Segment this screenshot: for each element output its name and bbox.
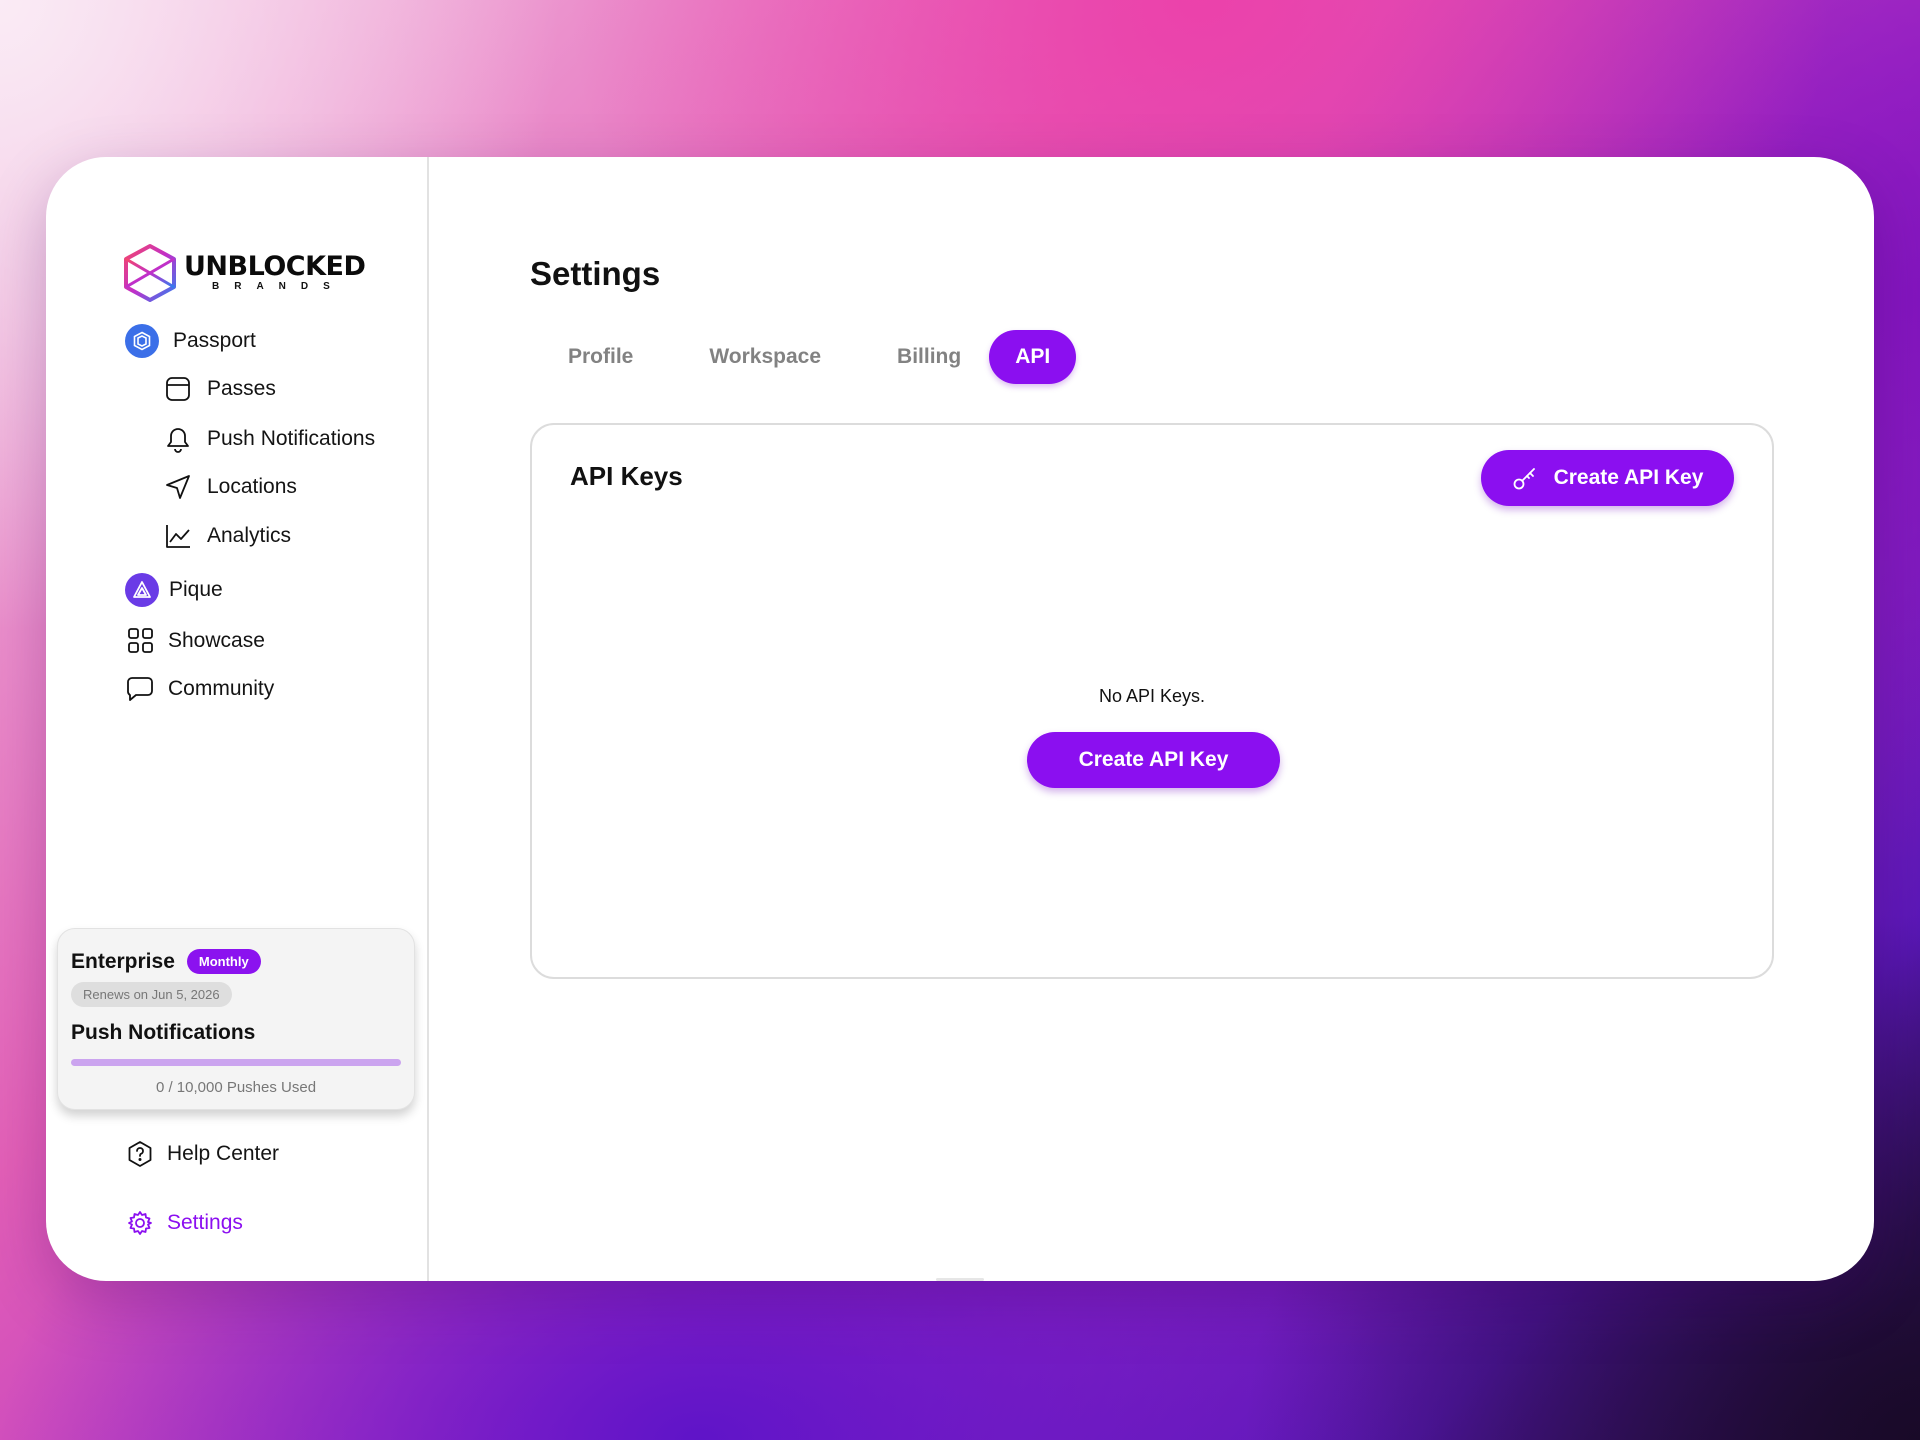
create-api-key-empty-button[interactable]: Create API Key [1027, 732, 1280, 788]
passes-icon [166, 377, 190, 401]
sidebar-item-label: Push Notifications [207, 427, 376, 450]
usage-progress-bar [71, 1059, 401, 1066]
sidebar-item-analytics[interactable]: Analytics [165, 523, 291, 549]
empty-state-text: No API Keys. [1098, 686, 1206, 706]
app-window: UNBLOCKED BRANDS Passport Passes Push No… [46, 157, 1874, 1281]
plan-billing-badge: Monthly [186, 949, 261, 974]
bell-icon [167, 428, 189, 453]
sidebar-item-label: Help Center [167, 1142, 280, 1165]
renewal-date: Renews on Jun 5, 2026 [71, 982, 232, 1007]
sidebar: UNBLOCKED BRANDS Passport Passes Push No… [46, 157, 429, 1281]
window-resize-handle[interactable] [936, 1278, 984, 1281]
usage-text: 0 / 10,000 Pushes Used [155, 1079, 317, 1096]
pique-icon [125, 573, 159, 607]
api-keys-card: API Keys Create API Key No API Keys. Cre… [530, 423, 1774, 979]
settings-tabs: Profile Workspace Billing API [530, 330, 1077, 384]
sidebar-item-showcase[interactable]: Showcase [127, 627, 265, 654]
unblocked-logo-icon [124, 244, 176, 302]
sidebar-item-label: Locations [207, 475, 297, 498]
sidebar-item-pique[interactable]: Pique [125, 573, 223, 607]
tab-workspace[interactable]: Workspace [671, 330, 859, 384]
sidebar-item-label: Showcase [168, 628, 265, 652]
sidebar-item-passes[interactable]: Passes [165, 376, 276, 402]
tab-profile[interactable]: Profile [530, 330, 671, 384]
sidebar-item-locations[interactable]: Locations [165, 474, 297, 500]
main-content: Settings Profile Workspace Billing API A… [429, 157, 1874, 1281]
usage-title: Push Notifications [71, 1021, 256, 1044]
tab-api[interactable]: API [989, 330, 1077, 384]
sidebar-item-community[interactable]: Community [126, 676, 274, 702]
tab-billing[interactable]: Billing [859, 330, 999, 384]
sidebar-item-help-center[interactable]: Help Center [127, 1140, 279, 1168]
create-api-key-label: Create API Key [1553, 466, 1704, 489]
plan-name: Enterprise [71, 949, 175, 973]
api-keys-title: API Keys [570, 461, 683, 491]
passport-icon [125, 324, 159, 358]
sidebar-item-label: Settings [167, 1211, 243, 1234]
brand-subtitle: BRANDS [212, 281, 345, 292]
line-chart-icon [166, 525, 190, 548]
sidebar-item-settings[interactable]: Settings [127, 1210, 243, 1236]
page-title: Settings [530, 255, 661, 292]
brand-name: UNBLOCKED [184, 251, 366, 282]
sidebar-item-label: Pique [169, 578, 223, 601]
sidebar-item-passport[interactable]: Passport [125, 324, 256, 358]
help-hexagon-icon [128, 1141, 152, 1167]
gear-icon [128, 1211, 152, 1235]
sidebar-item-label: Passes [207, 377, 276, 400]
chat-bubble-icon [127, 677, 153, 701]
sidebar-item-label: Passport [173, 329, 256, 352]
navigation-arrow-icon [166, 475, 190, 499]
sidebar-item-label: Analytics [207, 524, 292, 547]
brand-logo[interactable]: UNBLOCKED BRANDS [122, 243, 366, 303]
grid-icon [128, 628, 153, 653]
plan-card: Enterprise Monthly Renews on Jun 5, 2026… [57, 928, 415, 1110]
sidebar-item-label: Community [168, 677, 275, 700]
key-icon [1513, 468, 1535, 490]
create-api-key-button[interactable]: Create API Key [1481, 450, 1734, 506]
sidebar-item-push-notifications[interactable]: Push Notifications [165, 425, 375, 453]
